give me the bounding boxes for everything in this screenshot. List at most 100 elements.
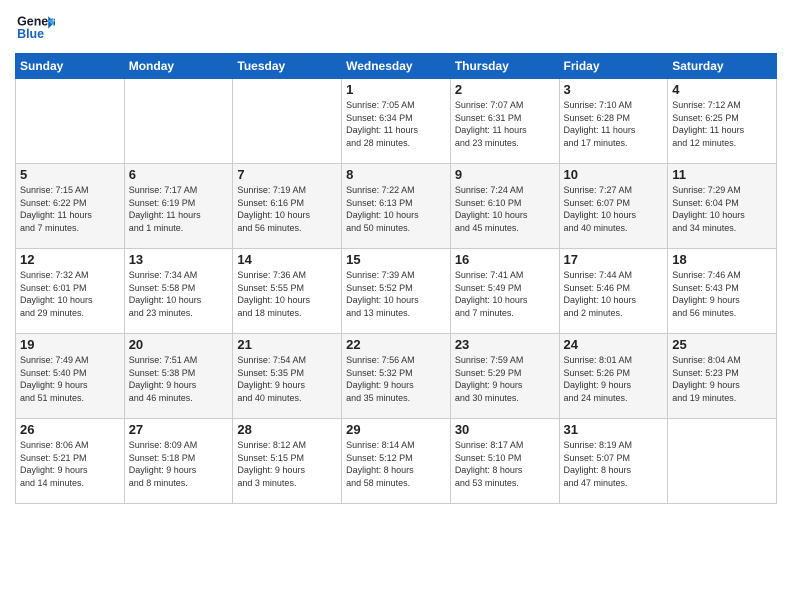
day-number: 19 — [20, 337, 120, 352]
day-info: Sunrise: 7:29 AM Sunset: 6:04 PM Dayligh… — [672, 184, 772, 234]
logo: General Blue — [15, 10, 55, 45]
day-info: Sunrise: 7:10 AM Sunset: 6:28 PM Dayligh… — [564, 99, 664, 149]
calendar-cell: 1 Sunrise: 7:05 AM Sunset: 6:34 PM Daylig… — [342, 79, 451, 164]
calendar-cell: 18Sunrise: 7:46 AM Sunset: 5:43 PM Dayli… — [668, 249, 777, 334]
weekday-header-row: SundayMondayTuesdayWednesdayThursdayFrid… — [16, 54, 777, 79]
day-number: 22 — [346, 337, 446, 352]
calendar-cell — [124, 79, 233, 164]
calendar-table: SundayMondayTuesdayWednesdayThursdayFrid… — [15, 53, 777, 504]
day-number: 23 — [455, 337, 555, 352]
day-info: Sunrise: 7:19 AM Sunset: 6:16 PM Dayligh… — [237, 184, 337, 234]
day-info: Sunrise: 8:19 AM Sunset: 5:07 PM Dayligh… — [564, 439, 664, 489]
day-number: 29 — [346, 422, 446, 437]
weekday-header-thursday: Thursday — [450, 54, 559, 79]
weekday-header-sunday: Sunday — [16, 54, 125, 79]
calendar-cell: 23 Sunrise: 7:59 AM Sunset: 5:29 PM Dayli… — [450, 334, 559, 419]
calendar-cell: 13 Sunrise: 7:34 AM Sunset: 5:58 PM Dayli… — [124, 249, 233, 334]
day-info: Sunrise: 7:59 AM Sunset: 5:29 PM Dayligh… — [455, 354, 555, 404]
calendar-cell: 19 Sunrise: 7:49 AM Sunset: 5:40 PM Dayli… — [16, 334, 125, 419]
day-number: 27 — [129, 422, 229, 437]
calendar-cell: 8Sunrise: 7:22 AM Sunset: 6:13 PM Daylig… — [342, 164, 451, 249]
day-info: Sunrise: 7:44 AM Sunset: 5:46 PM Dayligh… — [564, 269, 664, 319]
calendar-cell: 6 Sunrise: 7:17 AM Sunset: 6:19 PM Daylig… — [124, 164, 233, 249]
day-info: Sunrise: 7:24 AM Sunset: 6:10 PM Dayligh… — [455, 184, 555, 234]
calendar-cell: 12 Sunrise: 7:32 AM Sunset: 6:01 PM Dayli… — [16, 249, 125, 334]
day-info: Sunrise: 7:22 AM Sunset: 6:13 PM Dayligh… — [346, 184, 446, 234]
day-info: Sunrise: 7:12 AM Sunset: 6:25 PM Dayligh… — [672, 99, 772, 149]
calendar-cell: 4 Sunrise: 7:12 AM Sunset: 6:25 PM Daylig… — [668, 79, 777, 164]
calendar-cell: 26Sunrise: 8:06 AM Sunset: 5:21 PM Dayli… — [16, 419, 125, 504]
calendar-cell: 27 Sunrise: 8:09 AM Sunset: 5:18 PM Dayli… — [124, 419, 233, 504]
day-info: Sunrise: 7:32 AM Sunset: 6:01 PM Dayligh… — [20, 269, 120, 319]
calendar-cell: 16 Sunrise: 7:41 AM Sunset: 5:49 PM Dayli… — [450, 249, 559, 334]
day-number: 13 — [129, 252, 229, 267]
day-number: 28 — [237, 422, 337, 437]
day-number: 1 — [346, 82, 446, 97]
day-number: 9 — [455, 167, 555, 182]
day-number: 7 — [237, 167, 337, 182]
weekday-header-tuesday: Tuesday — [233, 54, 342, 79]
calendar-cell: 14 Sunrise: 7:36 AM Sunset: 5:55 PM Dayli… — [233, 249, 342, 334]
calendar-cell: 21Sunrise: 7:54 AM Sunset: 5:35 PM Dayli… — [233, 334, 342, 419]
weekday-header-wednesday: Wednesday — [342, 54, 451, 79]
calendar-cell: 17Sunrise: 7:44 AM Sunset: 5:46 PM Dayli… — [559, 249, 668, 334]
day-number: 5 — [20, 167, 120, 182]
calendar-cell: 28 Sunrise: 8:12 AM Sunset: 5:15 PM Dayli… — [233, 419, 342, 504]
calendar-cell: 20 Sunrise: 7:51 AM Sunset: 5:38 PM Dayli… — [124, 334, 233, 419]
day-info: Sunrise: 7:05 AM Sunset: 6:34 PM Dayligh… — [346, 99, 446, 149]
day-info: Sunrise: 7:49 AM Sunset: 5:40 PM Dayligh… — [20, 354, 120, 404]
day-number: 12 — [20, 252, 120, 267]
day-info: Sunrise: 7:41 AM Sunset: 5:49 PM Dayligh… — [455, 269, 555, 319]
week-row-3: 12 Sunrise: 7:32 AM Sunset: 6:01 PM Dayli… — [16, 249, 777, 334]
day-number: 10 — [564, 167, 664, 182]
calendar-cell: 2 Sunrise: 7:07 AM Sunset: 6:31 PM Daylig… — [450, 79, 559, 164]
calendar-cell: 29Sunrise: 8:14 AM Sunset: 5:12 PM Dayli… — [342, 419, 451, 504]
calendar-cell: 25 Sunrise: 8:04 AM Sunset: 5:23 PM Dayli… — [668, 334, 777, 419]
day-number: 6 — [129, 167, 229, 182]
day-info: Sunrise: 8:12 AM Sunset: 5:15 PM Dayligh… — [237, 439, 337, 489]
day-info: Sunrise: 7:39 AM Sunset: 5:52 PM Dayligh… — [346, 269, 446, 319]
day-number: 24 — [564, 337, 664, 352]
calendar-cell: 7 Sunrise: 7:19 AM Sunset: 6:16 PM Daylig… — [233, 164, 342, 249]
day-info: Sunrise: 7:27 AM Sunset: 6:07 PM Dayligh… — [564, 184, 664, 234]
calendar-cell: 31 Sunrise: 8:19 AM Sunset: 5:07 PM Dayli… — [559, 419, 668, 504]
day-number: 3 — [564, 82, 664, 97]
calendar-cell — [16, 79, 125, 164]
day-info: Sunrise: 7:36 AM Sunset: 5:55 PM Dayligh… — [237, 269, 337, 319]
day-number: 20 — [129, 337, 229, 352]
weekday-header-saturday: Saturday — [668, 54, 777, 79]
day-info: Sunrise: 8:04 AM Sunset: 5:23 PM Dayligh… — [672, 354, 772, 404]
day-number: 21 — [237, 337, 337, 352]
day-info: Sunrise: 7:15 AM Sunset: 6:22 PM Dayligh… — [20, 184, 120, 234]
day-number: 16 — [455, 252, 555, 267]
day-info: Sunrise: 8:09 AM Sunset: 5:18 PM Dayligh… — [129, 439, 229, 489]
week-row-4: 19 Sunrise: 7:49 AM Sunset: 5:40 PM Dayli… — [16, 334, 777, 419]
day-number: 18 — [672, 252, 772, 267]
week-row-1: 1 Sunrise: 7:05 AM Sunset: 6:34 PM Daylig… — [16, 79, 777, 164]
weekday-header-friday: Friday — [559, 54, 668, 79]
week-row-5: 26Sunrise: 8:06 AM Sunset: 5:21 PM Dayli… — [16, 419, 777, 504]
day-info: Sunrise: 7:34 AM Sunset: 5:58 PM Dayligh… — [129, 269, 229, 319]
day-number: 2 — [455, 82, 555, 97]
day-info: Sunrise: 7:17 AM Sunset: 6:19 PM Dayligh… — [129, 184, 229, 234]
day-info: Sunrise: 8:01 AM Sunset: 5:26 PM Dayligh… — [564, 354, 664, 404]
day-number: 31 — [564, 422, 664, 437]
day-info: Sunrise: 7:51 AM Sunset: 5:38 PM Dayligh… — [129, 354, 229, 404]
day-number: 14 — [237, 252, 337, 267]
week-row-2: 5 Sunrise: 7:15 AM Sunset: 6:22 PM Daylig… — [16, 164, 777, 249]
calendar-cell: 15 Sunrise: 7:39 AM Sunset: 5:52 PM Dayli… — [342, 249, 451, 334]
calendar-cell: 11Sunrise: 7:29 AM Sunset: 6:04 PM Dayli… — [668, 164, 777, 249]
calendar-cell: 30Sunrise: 8:17 AM Sunset: 5:10 PM Dayli… — [450, 419, 559, 504]
day-number: 25 — [672, 337, 772, 352]
calendar-cell: 10 Sunrise: 7:27 AM Sunset: 6:07 PM Dayli… — [559, 164, 668, 249]
day-number: 4 — [672, 82, 772, 97]
calendar-cell: 5 Sunrise: 7:15 AM Sunset: 6:22 PM Daylig… — [16, 164, 125, 249]
calendar-cell — [233, 79, 342, 164]
weekday-header-monday: Monday — [124, 54, 233, 79]
day-info: Sunrise: 8:06 AM Sunset: 5:21 PM Dayligh… — [20, 439, 120, 489]
header: General Blue — [15, 10, 777, 45]
calendar-container: General Blue SundayMondayTuesdayWednesda… — [0, 0, 792, 509]
day-number: 15 — [346, 252, 446, 267]
calendar-cell — [668, 419, 777, 504]
day-info: Sunrise: 7:07 AM Sunset: 6:31 PM Dayligh… — [455, 99, 555, 149]
